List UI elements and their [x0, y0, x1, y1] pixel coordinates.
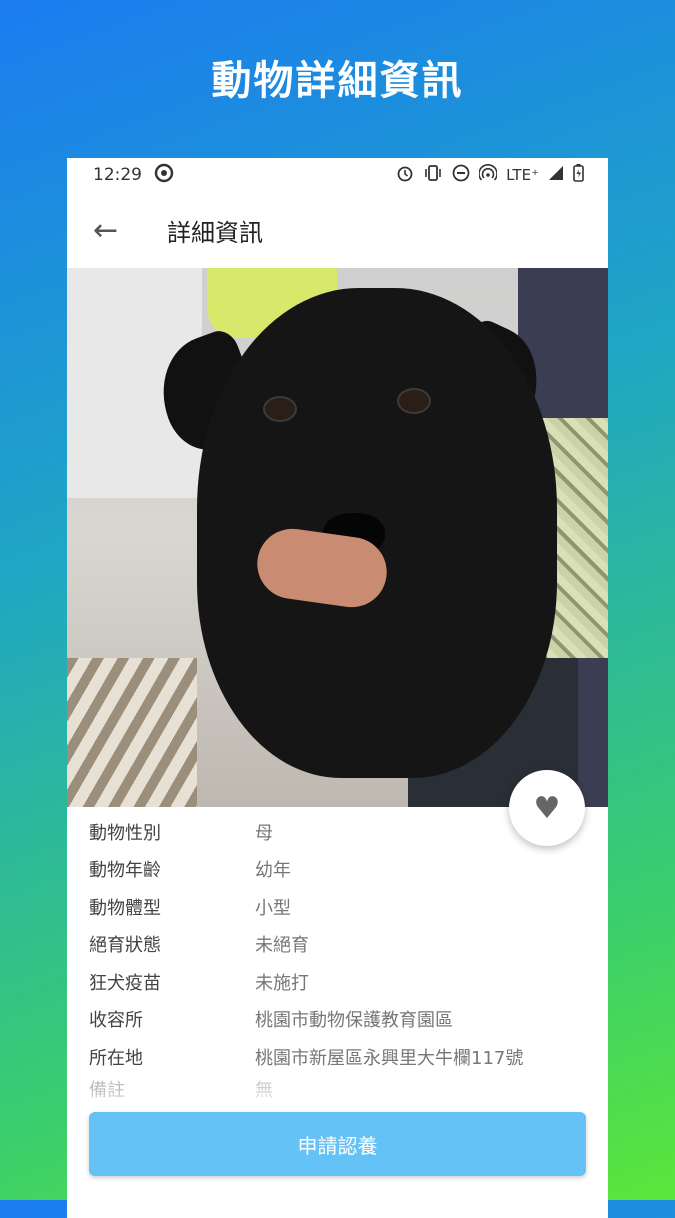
alarm-icon — [396, 164, 414, 186]
apply-adoption-button[interactable]: 申請認養 — [89, 1112, 586, 1176]
detail-value: 桃園市新屋區永興里大牛欄117號 — [255, 1047, 524, 1069]
detail-label: 動物性別 — [89, 822, 161, 844]
detail-row-sterilization: 絕育狀態 未絕育 — [89, 926, 586, 964]
detail-label: 收容所 — [89, 1010, 143, 1032]
favorite-heart-button[interactable]: ♥ — [509, 770, 585, 846]
assistant-icon — [154, 163, 174, 188]
detail-value: 桃園市動物保護教育園區 — [255, 1010, 453, 1032]
heart-icon: ♥ — [533, 790, 561, 826]
promo-title: 動物詳細資訊 — [211, 58, 464, 104]
status-bar: 12:29 LTE⁺ — [67, 158, 608, 192]
detail-row-shelter: 收容所 桃園市動物保護教育園區 — [89, 1001, 586, 1039]
detail-label: 所在地 — [89, 1047, 143, 1069]
vibrate-icon — [423, 165, 443, 185]
detail-label: 動物體型 — [89, 897, 161, 919]
detail-row-rabies-vaccine: 狂犬疫苗 未施打 — [89, 963, 586, 1001]
detail-row-size: 動物體型 小型 — [89, 888, 586, 926]
detail-value: 未絕育 — [255, 935, 309, 957]
detail-label: 狂犬疫苗 — [89, 972, 161, 994]
phone-screen: 12:29 LTE⁺ ← 詳細資訊 ♥ 動物性別 母 動物年齡 幼年 動物體型 … — [67, 158, 608, 1218]
detail-label: 動物年齡 — [89, 860, 161, 882]
battery-icon — [573, 164, 584, 186]
status-time: 12:29 — [93, 165, 142, 185]
detail-row-age: 動物年齡 幼年 — [89, 851, 586, 889]
hotspot-icon — [478, 164, 498, 186]
animal-photo — [67, 268, 608, 807]
page-title: 詳細資訊 — [167, 218, 263, 247]
animal-details-list: 動物性別 母 動物年齡 幼年 動物體型 小型 絕育狀態 未絕育 狂犬疫苗 未施打… — [67, 807, 608, 1106]
detail-label: 絕育狀態 — [89, 935, 161, 957]
app-bar: ← 詳細資訊 — [67, 192, 608, 268]
detail-row-location: 所在地 桃園市新屋區永興里大牛欄117號 — [89, 1038, 586, 1076]
detail-value: 幼年 — [255, 860, 291, 882]
back-arrow-icon[interactable]: ← — [93, 213, 167, 248]
detail-value: 母 — [255, 822, 273, 844]
signal-icon — [548, 165, 564, 185]
do-not-disturb-icon — [452, 164, 470, 186]
detail-value: 未施打 — [255, 972, 309, 994]
detail-value: 小型 — [255, 897, 291, 919]
network-type: LTE⁺ — [506, 166, 539, 184]
